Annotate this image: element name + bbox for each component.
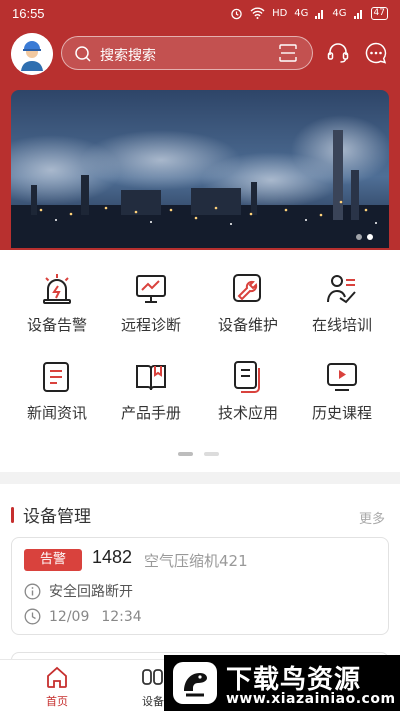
- carousel-dot[interactable]: [356, 234, 362, 240]
- tab-home[interactable]: 首页: [32, 666, 82, 709]
- status-bar: 16:55 HD 4G 4G 47: [0, 0, 400, 26]
- engineer-avatar-icon: [11, 33, 53, 75]
- menu-label: 设备维护: [217, 316, 278, 334]
- device-tab-icon: [142, 669, 163, 685]
- page-dot-active[interactable]: [178, 452, 193, 456]
- menu-label: 远程诊断: [120, 316, 181, 334]
- menu-item-device-alarm[interactable]: 设备告警: [9, 272, 105, 335]
- search-bar[interactable]: 搜索搜索: [61, 36, 313, 70]
- menu-item-history-courses[interactable]: 历史课程: [294, 360, 390, 423]
- search-icon: [75, 46, 91, 62]
- alarm-icon: [43, 274, 71, 304]
- menu-item-tech-application[interactable]: 技术应用: [200, 360, 296, 423]
- industrial-night-image: [11, 90, 389, 248]
- book-icon: [136, 365, 166, 391]
- tab-home-label: 首页: [46, 695, 68, 708]
- more-link[interactable]: 更多: [359, 508, 385, 527]
- signal-4g-label-1: 4G: [294, 7, 309, 19]
- banner-carousel[interactable]: [11, 90, 389, 248]
- monitor-chart-icon: [136, 275, 166, 303]
- signal-bars-icon: [315, 9, 324, 19]
- wrench-icon: [233, 274, 261, 302]
- menu-label: 历史课程: [311, 404, 372, 422]
- status-icons: HD 4G 4G 47: [230, 6, 388, 20]
- message-icon[interactable]: [364, 41, 388, 65]
- device-card[interactable]: 告警 1482 空气压缩机421 安全回路断开 12/09 12:34: [11, 537, 389, 635]
- device-number: 1482: [92, 547, 133, 567]
- signal-bars-icon-2: [353, 9, 362, 19]
- hd-label: HD: [272, 7, 288, 19]
- page-dot[interactable]: [204, 452, 219, 456]
- avatar[interactable]: [11, 33, 53, 75]
- alarm-tag: 告警: [24, 549, 82, 571]
- menu-label: 技术应用: [217, 404, 278, 422]
- menu-label: 在线培训: [311, 316, 372, 334]
- document-stack-icon: [234, 361, 260, 393]
- grid-page-indicator: [178, 452, 219, 456]
- menu-item-device-maintenance[interactable]: 设备维护: [200, 272, 296, 335]
- menu-label: 产品手册: [120, 404, 181, 422]
- alarm-message: 安全回路断开: [49, 584, 133, 600]
- alarm-date: 12/09: [49, 608, 90, 625]
- section-title: 设备管理: [23, 507, 91, 527]
- section-header: 设备管理: [11, 502, 91, 527]
- device-management-section: 设备管理 更多 告警 1482 空气压缩机421 安全回路断开 12/09 12…: [0, 484, 400, 672]
- clock-icon: [24, 608, 41, 625]
- video-play-icon: [327, 363, 357, 391]
- alarm-time-row: 12/09 12:34: [24, 608, 142, 625]
- signal-4g-label-2: 4G: [332, 7, 347, 19]
- carousel-dot-active[interactable]: [367, 234, 373, 240]
- wifi-icon: [250, 7, 265, 19]
- customer-service-icon[interactable]: [326, 41, 350, 65]
- menu-label: 新闻资讯: [26, 404, 87, 422]
- function-grid: 设备告警 远程诊断 设备维护 在线培训 新闻资讯 产品手册 技术应用 历史课程: [0, 250, 400, 472]
- status-time: 16:55: [12, 5, 45, 21]
- teacher-icon: [327, 275, 356, 304]
- section-accent-bar: [11, 506, 14, 523]
- alarm-clock-icon: [231, 8, 242, 19]
- search-placeholder[interactable]: 搜索搜索: [100, 45, 156, 65]
- bird-logo-icon: [173, 662, 217, 704]
- menu-item-online-training[interactable]: 在线培训: [294, 272, 390, 335]
- menu-item-news[interactable]: 新闻资讯: [9, 360, 105, 423]
- menu-item-product-manual[interactable]: 产品手册: [103, 360, 199, 423]
- device-name: 空气压缩机421: [144, 552, 248, 570]
- watermark-url: www.xiazainiao.com: [226, 691, 396, 707]
- menu-label: 设备告警: [26, 316, 87, 334]
- menu-item-remote-diagnosis[interactable]: 远程诊断: [103, 272, 199, 335]
- scan-icon[interactable]: [278, 43, 298, 63]
- alarm-time: 12:34: [101, 608, 142, 625]
- info-icon: [24, 583, 41, 599]
- watermark-overlay: 下载鸟资源 www.xiazainiao.com: [164, 655, 400, 711]
- battery-level: 47: [370, 6, 388, 20]
- alarm-message-row: 安全回路断开: [24, 581, 133, 601]
- carousel-dots: [356, 234, 373, 240]
- news-icon: [43, 362, 69, 392]
- home-icon: [47, 666, 67, 688]
- top-header: 搜索搜索: [0, 30, 400, 76]
